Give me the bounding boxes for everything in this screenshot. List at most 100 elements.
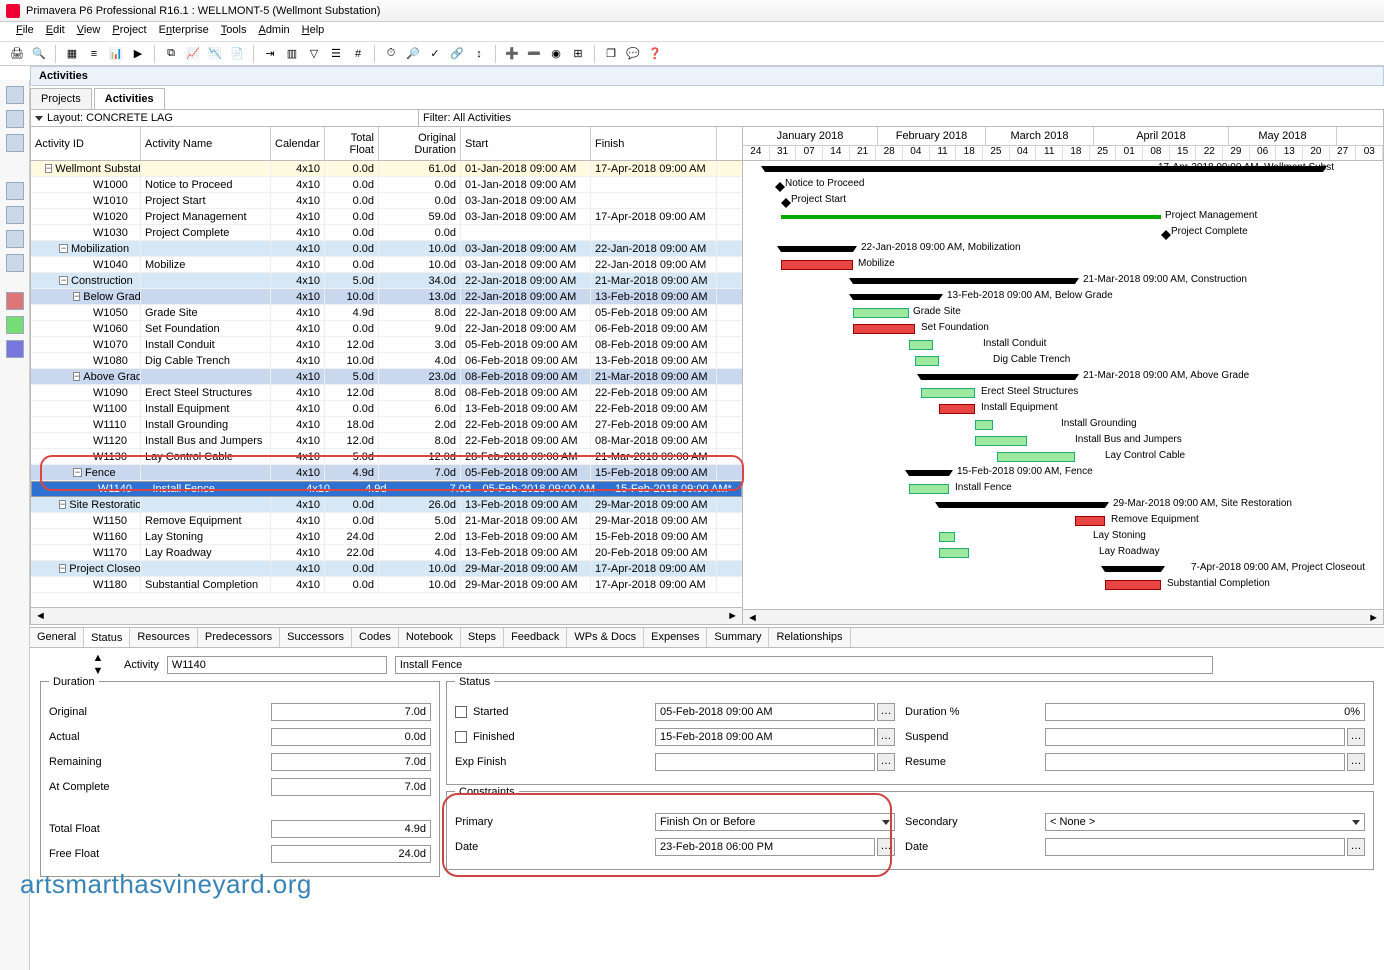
activity-row[interactable]: W1000Notice to Proceed4x100.0d0.0d01-Jan… <box>31 177 742 193</box>
task-bar[interactable] <box>1105 580 1161 590</box>
activity-row[interactable]: W1170Lay Roadway4x1022.0d4.0d13-Feb-2018… <box>31 545 742 561</box>
durationpct-value[interactable]: 0% <box>1045 703 1365 721</box>
col-total-float[interactable]: Total Float <box>325 127 379 160</box>
rail-icon-8[interactable] <box>6 292 24 310</box>
col-activity-id[interactable]: Activity ID <box>31 127 141 160</box>
actual-value[interactable]: 0.0d <box>271 728 431 746</box>
col-calendar[interactable]: Calendar <box>271 127 325 160</box>
schedule-icon[interactable]: ⏱ <box>382 45 400 63</box>
search-icon[interactable]: 🔎 <box>404 45 422 63</box>
summary-bar[interactable] <box>853 278 1075 284</box>
rail-icon-6[interactable] <box>6 230 24 248</box>
activity-row[interactable]: W1070Install Conduit4x1012.0d3.0d05-Feb-… <box>31 337 742 353</box>
tab-projects[interactable]: Projects <box>30 88 92 109</box>
task-bar[interactable] <box>853 324 915 334</box>
resume-picker[interactable]: … <box>1347 753 1365 771</box>
detail-tab-resources[interactable]: Resources <box>130 628 198 647</box>
rail-icon-10[interactable] <box>6 340 24 358</box>
detail-tab-steps[interactable]: Steps <box>461 628 504 647</box>
task-bar[interactable] <box>1075 516 1105 526</box>
constraint-date2[interactable] <box>1045 838 1345 856</box>
collapse-icon[interactable]: − <box>59 244 68 253</box>
chart2-icon[interactable]: 📉 <box>206 45 224 63</box>
collapse-icon[interactable]: − <box>73 468 82 477</box>
wbs-row[interactable]: −Site Restoration4x100.0d26.0d13-Feb-201… <box>31 497 742 513</box>
collapse-icon[interactable]: − <box>73 292 80 301</box>
finished-checkbox[interactable] <box>455 731 467 743</box>
detail-tab-expenses[interactable]: Expenses <box>644 628 707 647</box>
original-value[interactable]: 7.0d <box>271 703 431 721</box>
copy-icon[interactable]: ⧉ <box>162 45 180 63</box>
chart-icon[interactable]: 📈 <box>184 45 202 63</box>
gantt-icon[interactable]: 📊 <box>107 45 125 63</box>
activity-row[interactable]: W1100Install Equipment4x100.0d6.0d13-Feb… <box>31 401 742 417</box>
summary-bar[interactable] <box>853 294 939 300</box>
tab-activities[interactable]: Activities <box>94 88 165 109</box>
detail-tab-summary[interactable]: Summary <box>707 628 769 647</box>
columns-icon[interactable]: ▥ <box>283 45 301 63</box>
atcomplete-value[interactable]: 7.0d <box>271 778 431 796</box>
menu-view[interactable]: View <box>77 24 101 39</box>
milestone-marker[interactable] <box>1161 225 1171 235</box>
summary-bar[interactable] <box>939 502 1105 508</box>
collapse-icon[interactable]: − <box>73 372 80 381</box>
rail-icon-4[interactable] <box>6 182 24 200</box>
activity-row[interactable]: W1030Project Complete4x100.0d0.0d <box>31 225 742 241</box>
summary-bar[interactable] <box>1105 566 1161 572</box>
zoomout-icon[interactable]: ➖ <box>525 45 543 63</box>
col-start[interactable]: Start <box>461 127 591 160</box>
filter-icon[interactable]: ▽ <box>305 45 323 63</box>
rail-icon-2[interactable] <box>6 110 24 128</box>
gantt-hscroll[interactable]: ◄► <box>743 609 1383 624</box>
activity-row[interactable]: W1010Project Start4x100.0d0.0d03-Jan-201… <box>31 193 742 209</box>
report-icon[interactable]: 📄 <box>228 45 246 63</box>
task-bar[interactable] <box>939 404 975 414</box>
gantt-chart[interactable]: 17-Apr-2018 09:00 AM, Wellmont SubstNoti… <box>743 161 1383 609</box>
rail-icon-1[interactable] <box>6 86 24 104</box>
menu-file[interactable]: File <box>16 24 34 39</box>
wbs-row[interactable]: −Mobilization4x100.0d10.0d03-Jan-2018 09… <box>31 241 742 257</box>
started-checkbox[interactable] <box>455 706 467 718</box>
bars-icon[interactable]: ≡ <box>85 45 103 63</box>
prev-activity-button[interactable]: ▲ <box>90 652 106 664</box>
expfinish-date[interactable] <box>655 753 875 771</box>
finished-date-picker[interactable]: … <box>877 728 895 746</box>
today-icon[interactable]: ◉ <box>547 45 565 63</box>
task-bar[interactable] <box>939 532 955 542</box>
detail-tab-status[interactable]: Status <box>84 628 130 647</box>
activity-row[interactable]: W1160Lay Stoning4x1024.0d2.0d13-Feb-2018… <box>31 529 742 545</box>
milestone-marker[interactable] <box>781 193 791 203</box>
activity-row[interactable]: W1150Remove Equipment4x100.0d5.0d21-Mar-… <box>31 513 742 529</box>
indent-icon[interactable]: ⇥ <box>261 45 279 63</box>
primary-constraint-select[interactable]: Finish On or Before <box>655 813 895 831</box>
menu-enterprise[interactable]: Enterprise <box>159 24 209 39</box>
activity-row[interactable]: W1140Install Fence4x104.9d7.0d05-Feb-201… <box>31 481 742 497</box>
activity-row[interactable]: W1130Lay Control Cable4x105.0d12.0d28-Fe… <box>31 449 742 465</box>
finished-date[interactable]: 15-Feb-2018 09:00 AM <box>655 728 875 746</box>
started-date[interactable]: 05-Feb-2018 09:00 AM <box>655 703 875 721</box>
resume-value[interactable] <box>1045 753 1345 771</box>
constraint-date2-picker[interactable]: … <box>1347 838 1365 856</box>
task-bar[interactable] <box>939 548 969 558</box>
menu-project[interactable]: Project <box>112 24 146 39</box>
constraint-date-picker[interactable]: … <box>877 838 895 856</box>
rail-icon-5[interactable] <box>6 206 24 224</box>
print-icon[interactable]: 🖨 <box>8 45 26 63</box>
activity-row[interactable]: W1110Install Grounding4x1018.0d2.0d22-Fe… <box>31 417 742 433</box>
window-icon[interactable]: ❐ <box>602 45 620 63</box>
wbs-row[interactable]: −Below Grade4x1010.0d13.0d22-Jan-2018 09… <box>31 289 742 305</box>
menu-edit[interactable]: Edit <box>46 24 65 39</box>
run-icon[interactable]: ▶ <box>129 45 147 63</box>
wbs-row[interactable]: −Fence4x104.9d7.0d05-Feb-2018 09:00 AM15… <box>31 465 742 481</box>
detail-tab-wps-docs[interactable]: WPs & Docs <box>567 628 644 647</box>
suspend-value[interactable] <box>1045 728 1345 746</box>
collapse-icon[interactable]: − <box>59 276 68 285</box>
task-bar[interactable] <box>997 452 1075 462</box>
chat-icon[interactable]: 💬 <box>624 45 642 63</box>
constraint-date[interactable]: 23-Feb-2018 06:00 PM <box>655 838 875 856</box>
activity-row[interactable]: W1080Dig Cable Trench4x1010.0d4.0d06-Feb… <box>31 353 742 369</box>
link-icon[interactable]: 🔗 <box>448 45 466 63</box>
task-bar[interactable] <box>921 388 975 398</box>
summary-bar[interactable] <box>921 374 1075 380</box>
group-icon[interactable]: ☰ <box>327 45 345 63</box>
